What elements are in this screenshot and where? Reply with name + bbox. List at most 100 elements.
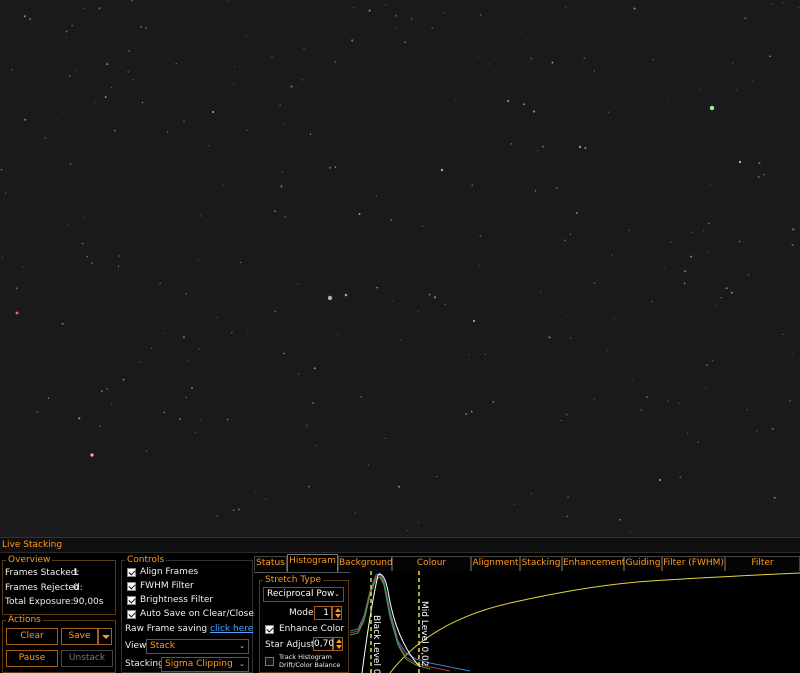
star	[98, 7, 101, 10]
unstack-button[interactable]: Unstack	[61, 650, 113, 667]
star	[702, 230, 704, 232]
mode-spinner[interactable]	[332, 606, 342, 620]
star	[113, 129, 116, 132]
tab-colour-calibration[interactable]: Colour Calibration	[392, 556, 471, 581]
star	[111, 403, 113, 405]
star	[36, 411, 38, 413]
star	[522, 103, 525, 106]
enhance-color-checkbox[interactable]	[265, 625, 274, 634]
bright-star	[327, 295, 333, 301]
stacking-select[interactable]: Sigma Clipping ⌄	[161, 657, 249, 672]
star	[666, 96, 668, 99]
stacked-image-viewer[interactable]	[0, 0, 800, 537]
star	[669, 241, 672, 243]
tab-alignment[interactable]: Alignment	[471, 556, 520, 571]
histogram-graph[interactable]: Black Level 0,0 Mid Level 0,02	[350, 571, 800, 673]
save-dropdown-button[interactable]	[98, 628, 112, 645]
star-adjust-label: Star Adjust	[265, 640, 315, 650]
star	[579, 145, 582, 148]
star	[395, 15, 397, 17]
star	[298, 373, 300, 375]
star	[61, 322, 64, 325]
star	[197, 258, 199, 260]
star	[606, 350, 608, 352]
star	[238, 508, 240, 511]
star	[145, 450, 148, 452]
panel-titlebar: Live Stacking	[0, 537, 800, 553]
star	[565, 315, 567, 317]
pause-button[interactable]: Pause	[6, 650, 58, 667]
star	[358, 212, 361, 215]
star	[470, 410, 473, 413]
star-adjust-input[interactable]: 0,70	[313, 637, 334, 651]
brightness-filter-label: Brightness Filter	[140, 595, 214, 605]
star	[385, 4, 387, 6]
frames-stacked-value: 1	[73, 568, 79, 578]
star	[404, 41, 407, 44]
star	[289, 329, 291, 331]
star	[567, 496, 569, 499]
star	[166, 131, 169, 133]
star	[758, 161, 761, 165]
star	[798, 7, 800, 9]
star	[246, 34, 247, 36]
tab-filter-brightness[interactable]: Filter (Brightness)	[725, 556, 800, 581]
star	[697, 441, 699, 443]
star	[710, 184, 712, 186]
tab-stacking[interactable]: Stacking	[520, 556, 562, 571]
star	[265, 498, 267, 500]
star	[122, 378, 125, 381]
star	[620, 493, 622, 495]
star	[593, 398, 595, 400]
view-select[interactable]: Stack ⌄	[146, 639, 249, 654]
star	[313, 367, 316, 370]
tab-guiding[interactable]: Guiding	[624, 556, 662, 571]
star	[185, 293, 187, 295]
click-here-link[interactable]: click here	[210, 624, 253, 634]
tab-enhancement[interactable]: Enhancement	[562, 556, 625, 571]
tab-histogram[interactable]: Histogram	[287, 554, 338, 572]
tab-filter-fwhm[interactable]: Filter (FWHM)	[662, 556, 725, 571]
star	[683, 282, 686, 285]
bright-star	[738, 160, 742, 164]
star	[663, 268, 665, 270]
star	[465, 412, 468, 416]
star	[551, 61, 554, 64]
fwhm-filter-checkbox[interactable]	[127, 582, 136, 591]
star	[151, 347, 153, 349]
star	[540, 498, 543, 500]
star	[757, 176, 760, 178]
star	[753, 47, 756, 49]
star	[132, 79, 134, 81]
black-level-label: Black Level 0,0	[371, 615, 381, 673]
star	[548, 336, 551, 339]
star	[232, 509, 235, 512]
track-histogram-checkbox[interactable]	[265, 657, 274, 666]
total-exposure-value: 90,00s	[73, 597, 104, 607]
star-field	[0, 0, 800, 533]
enhance-color-label: Enhance Color	[279, 624, 345, 634]
brightness-filter-checkbox[interactable]	[127, 596, 136, 605]
star	[385, 437, 387, 439]
star-adjust-spinner[interactable]	[333, 637, 343, 651]
star	[636, 394, 638, 396]
star	[691, 231, 694, 233]
stretch-type-select[interactable]: Reciprocal Pow ⌄	[263, 587, 344, 602]
bright-star	[709, 105, 715, 111]
align-frames-checkbox[interactable]	[127, 568, 136, 577]
auto-save-checkbox[interactable]	[127, 610, 136, 619]
star	[431, 27, 434, 29]
tab-status[interactable]: Status	[254, 556, 287, 571]
star	[200, 419, 202, 421]
clear-button[interactable]: Clear	[6, 628, 58, 645]
mode-input[interactable]: 1	[314, 606, 332, 620]
star	[488, 63, 490, 65]
star	[280, 187, 282, 189]
controls-legend: Controls	[127, 555, 165, 565]
star	[478, 265, 480, 267]
star	[159, 282, 161, 285]
star	[708, 222, 710, 224]
save-button[interactable]: Save	[61, 628, 98, 645]
star	[428, 293, 431, 296]
tab-background[interactable]: Background	[338, 556, 393, 571]
